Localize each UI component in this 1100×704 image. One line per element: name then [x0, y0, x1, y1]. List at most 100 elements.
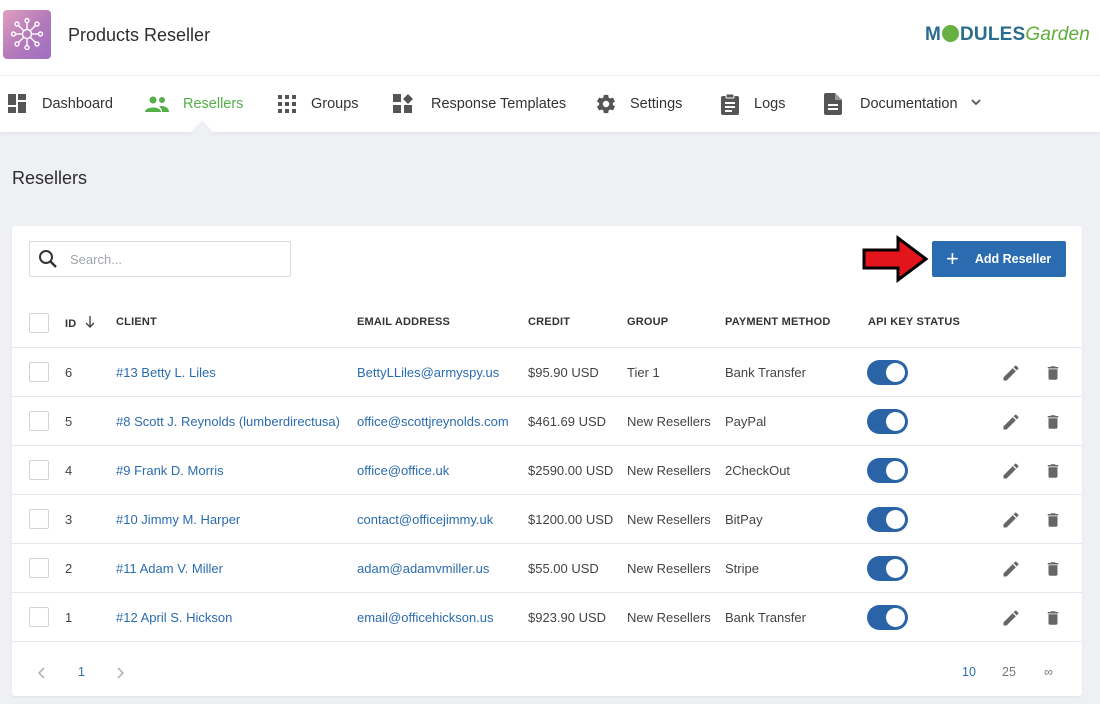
row-checkbox[interactable] — [29, 607, 49, 627]
table-row: 5 #8 Scott J. Reynolds (lumberdirectusa) o… — [12, 397, 1082, 446]
edit-icon[interactable] — [1000, 411, 1022, 433]
row-checkbox[interactable] — [29, 509, 49, 529]
grid-icon — [276, 93, 298, 115]
cell-group: New Resellers — [627, 561, 711, 576]
delete-icon[interactable] — [1042, 509, 1064, 531]
cell-credit: $55.00 USD — [528, 561, 599, 576]
api-key-status-toggle[interactable] — [867, 605, 908, 630]
cell-credit: $1200.00 USD — [528, 512, 614, 527]
column-header-payment-method[interactable]: PAYMENT METHOD — [725, 316, 830, 328]
cell-payment-method: Stripe — [725, 561, 759, 576]
cell-group: Tier 1 — [627, 365, 660, 380]
modulesgarden-logo: M DULESGarden — [924, 24, 1090, 45]
edit-icon[interactable] — [1000, 607, 1022, 629]
sort-arrow-down-icon — [85, 316, 95, 328]
users-icon — [144, 93, 170, 115]
nav-item-resellers[interactable]: Resellers — [144, 76, 243, 132]
row-checkbox[interactable] — [29, 362, 49, 382]
page-size-option[interactable]: 25 — [1002, 665, 1016, 679]
nav-label: Logs — [754, 96, 786, 112]
cell-client-link[interactable]: #12 April S. Hickson — [116, 610, 232, 625]
chevron-down-icon[interactable] — [970, 96, 982, 108]
api-key-status-toggle[interactable] — [867, 360, 908, 385]
table-row: 4 #9 Frank D. Morris office@office.uk $2590… — [12, 446, 1082, 495]
delete-icon[interactable] — [1042, 558, 1064, 580]
nav-item-groups[interactable]: Groups — [276, 76, 359, 132]
table-header: ID CLIENT EMAIL ADDRESS CREDIT GROUP PAY… — [12, 296, 1082, 348]
nav-item-documentation[interactable]: Documentation — [822, 76, 958, 132]
edit-icon[interactable] — [1000, 509, 1022, 531]
dashboard-icon — [7, 93, 29, 115]
cell-id: 6 — [65, 365, 73, 380]
edit-icon[interactable] — [1000, 460, 1022, 482]
cell-id: 3 — [65, 512, 73, 527]
cell-client-link[interactable]: #8 Scott J. Reynolds (lumberdirectusa) — [116, 414, 340, 429]
edit-icon[interactable] — [1000, 558, 1022, 580]
cell-email-link[interactable]: office@scottjreynolds.com — [357, 414, 509, 429]
cell-group: New Resellers — [627, 414, 711, 429]
select-all-checkbox[interactable] — [29, 313, 49, 333]
nav-item-logs[interactable]: Logs — [719, 76, 785, 132]
delete-icon[interactable] — [1042, 607, 1064, 629]
api-key-status-toggle[interactable] — [867, 507, 908, 532]
cell-client-link[interactable]: #9 Frank D. Morris — [116, 463, 224, 478]
resellers-card: + Add Reseller ID CLIENT EMAIL ADDRESS C… — [12, 226, 1082, 696]
nav-label: Response Templates — [431, 96, 567, 112]
api-key-status-toggle[interactable] — [867, 458, 908, 483]
delete-icon[interactable] — [1042, 362, 1064, 384]
page-size-option[interactable]: 10 — [962, 665, 976, 679]
cell-payment-method: PayPal — [725, 414, 767, 429]
cell-email-link[interactable]: adam@adamvmiller.us — [357, 561, 489, 576]
nav-label: Dashboard — [42, 96, 113, 112]
column-header-group[interactable]: GROUP — [627, 316, 668, 328]
main-nav: Dashboard Resellers Groups Response Temp… — [0, 76, 1100, 132]
cell-payment-method: Bank Transfer — [725, 365, 806, 380]
cell-email-link[interactable]: email@officehickson.us — [357, 610, 494, 625]
cell-email-link[interactable]: BettyLLiles@armyspy.us — [357, 365, 499, 380]
page-size-option[interactable]: ∞ — [1044, 665, 1053, 679]
page-number[interactable]: 1 — [78, 665, 85, 679]
delete-icon[interactable] — [1042, 460, 1064, 482]
cell-id: 1 — [65, 610, 73, 625]
table-row: 1 #12 April S. Hickson email@officehickson… — [12, 593, 1082, 642]
nav-item-dashboard[interactable]: Dashboard — [7, 76, 113, 132]
cell-payment-method: BitPay — [725, 512, 763, 527]
column-header-client[interactable]: CLIENT — [116, 316, 157, 328]
column-header-api-key-status[interactable]: API KEY STATUS — [868, 316, 960, 328]
cell-email-link[interactable]: contact@officejimmy.uk — [357, 512, 493, 527]
nav-label: Groups — [311, 96, 359, 112]
row-checkbox[interactable] — [29, 558, 49, 578]
column-header-email[interactable]: EMAIL ADDRESS — [357, 316, 450, 328]
column-header-id[interactable]: ID — [65, 316, 95, 330]
api-key-status-toggle[interactable] — [867, 409, 908, 434]
edit-icon[interactable] — [1000, 362, 1022, 384]
next-page-icon[interactable] — [116, 667, 126, 679]
nav-label: Resellers — [183, 96, 244, 112]
page-title: Resellers — [12, 168, 88, 188]
table-row: 2 #11 Adam V. Miller adam@adamvmiller.us $5… — [12, 544, 1082, 593]
table-row: 6 #13 Betty L. Liles BettyLLiles@armyspy.u… — [12, 348, 1082, 397]
cell-client-link[interactable]: #13 Betty L. Liles — [116, 365, 216, 380]
nav-item-settings[interactable]: Settings — [595, 76, 682, 132]
cell-client-link[interactable]: #10 Jimmy M. Harper — [116, 512, 240, 527]
column-header-credit[interactable]: CREDIT — [528, 316, 570, 328]
add-reseller-button[interactable]: + Add Reseller — [932, 241, 1066, 277]
api-key-status-toggle[interactable] — [867, 556, 908, 581]
cell-email-link[interactable]: office@office.uk — [357, 463, 449, 478]
cell-group: New Resellers — [627, 463, 711, 478]
cell-group: New Resellers — [627, 512, 711, 527]
row-checkbox[interactable] — [29, 411, 49, 431]
search-input[interactable] — [70, 251, 270, 267]
cell-payment-method: 2CheckOut — [725, 463, 791, 478]
cell-credit: $461.69 USD — [528, 414, 607, 429]
clipboard-icon — [719, 93, 741, 115]
pagination-bar: 1 10 25 ∞ — [12, 648, 1082, 696]
delete-icon[interactable] — [1042, 411, 1064, 433]
row-checkbox[interactable] — [29, 460, 49, 480]
add-reseller-label: Add Reseller — [974, 252, 1052, 266]
cell-credit: $95.90 USD — [528, 365, 599, 380]
cell-id: 4 — [65, 463, 73, 478]
cell-client-link[interactable]: #11 Adam V. Miller — [116, 561, 223, 576]
nav-item-response-templates[interactable]: Response Templates — [392, 76, 566, 132]
prev-page-icon[interactable] — [36, 667, 46, 679]
